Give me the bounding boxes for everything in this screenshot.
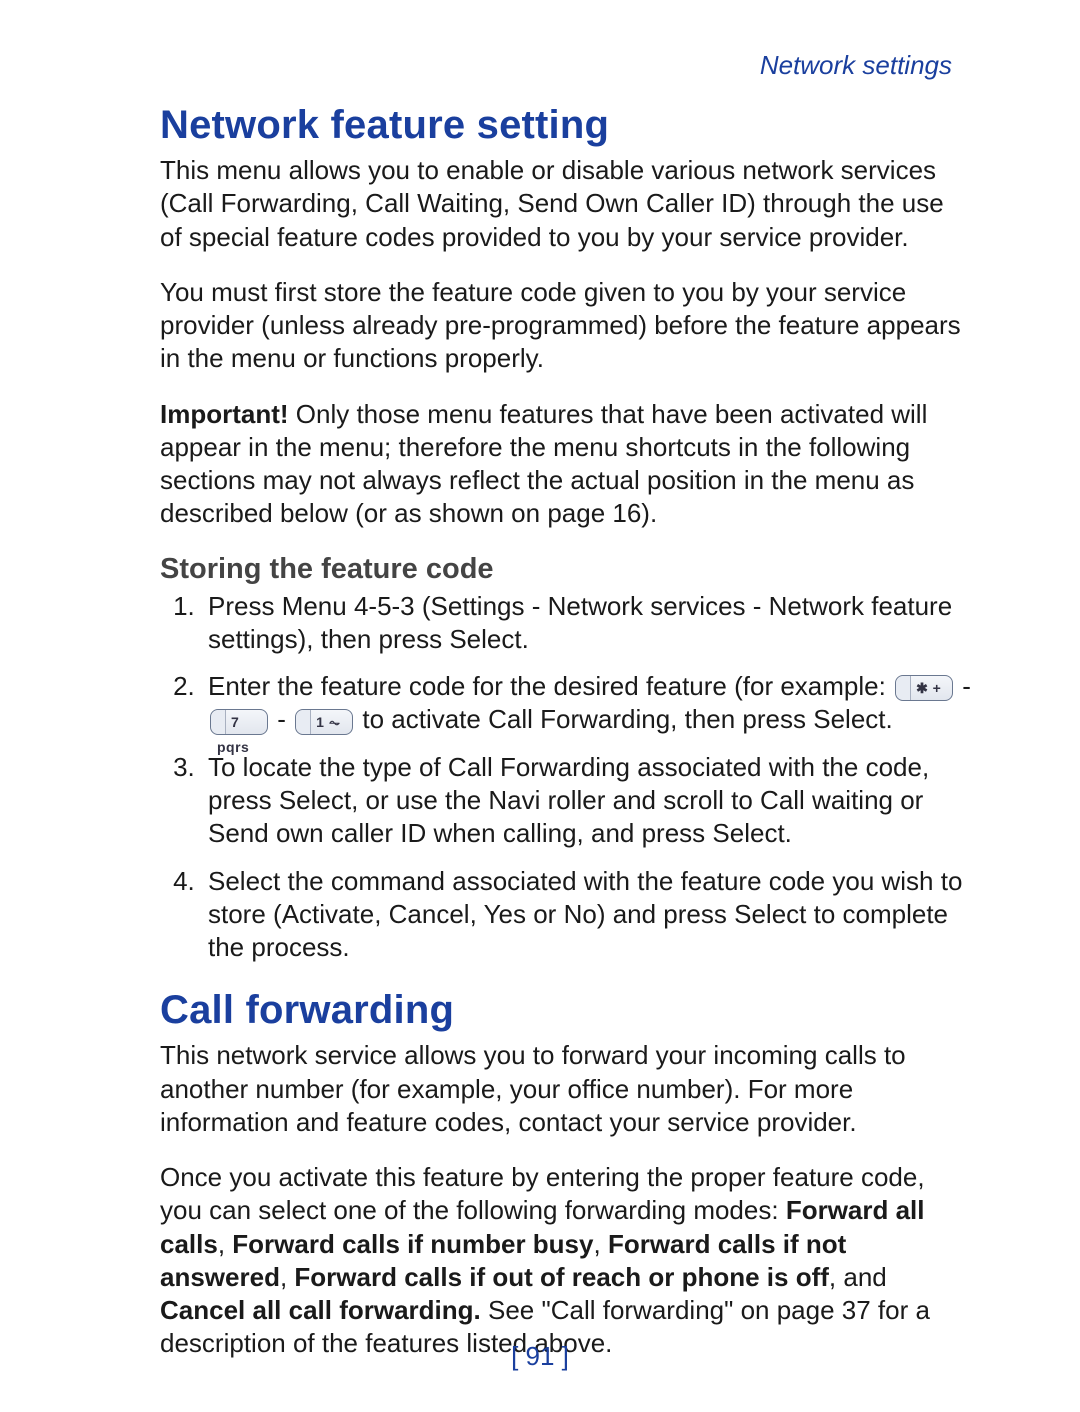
- text: ,: [374, 899, 388, 929]
- phone-key-star-icon: ✱ +: [895, 675, 953, 701]
- text: Select: [449, 624, 521, 654]
- text: ,: [218, 1229, 232, 1259]
- paragraph: This network service allows you to forwa…: [160, 1039, 972, 1139]
- key-glyph: 1 ⏦: [316, 714, 341, 730]
- text: .: [785, 818, 792, 848]
- important-label: Important!: [160, 399, 289, 429]
- text: , and: [829, 1262, 887, 1292]
- page: Network settings Network feature setting…: [0, 0, 1080, 1412]
- text: or: [893, 785, 923, 815]
- text: Send own caller ID when calling: [208, 818, 577, 848]
- text: Call waiting: [760, 785, 893, 815]
- paragraph: You must first store the feature code gi…: [160, 276, 972, 376]
- text: -: [277, 704, 293, 734]
- text: Yes: [484, 899, 526, 929]
- paragraph: Once you activate this feature by enteri…: [160, 1161, 972, 1361]
- menu-path: Menu 4-5-3: [282, 591, 415, 621]
- text: Enter the feature code for the desired f…: [208, 671, 893, 701]
- text: Select: [734, 899, 806, 929]
- text: .: [886, 704, 893, 734]
- text: Forward calls if number busy: [232, 1229, 593, 1259]
- text: ,: [593, 1229, 607, 1259]
- step-4: Select the command associated with the f…: [202, 865, 972, 965]
- text: Settings: [431, 591, 525, 621]
- step-2: Enter the feature code for the desired f…: [202, 670, 972, 737]
- step-3: To locate the type of Call Forwarding as…: [202, 751, 972, 851]
- step-1: Press Menu 4-5-3 (Settings - Network ser…: [202, 590, 972, 657]
- text: Select,: [279, 785, 359, 815]
- paragraph: This menu allows you to enable or disabl…: [160, 154, 972, 254]
- text: Press: [208, 591, 282, 621]
- text: Select: [712, 818, 784, 848]
- text: Forward calls if out of reach or phone i…: [294, 1262, 829, 1292]
- text: ,: [470, 899, 484, 929]
- paragraph-important: Important! Only those menu features that…: [160, 398, 972, 531]
- page-number: [ 91 ]: [0, 1341, 1080, 1372]
- section-title-call-forwarding: Call forwarding: [160, 988, 972, 1033]
- text: ) and press: [597, 899, 734, 929]
- text: Cancel all call forwarding.: [160, 1295, 481, 1325]
- text: , and press: [577, 818, 713, 848]
- section-title-network-feature: Network feature setting: [160, 103, 972, 148]
- key-glyph: ✱ +: [916, 680, 941, 696]
- text: Activate: [282, 899, 375, 929]
- text: No: [564, 899, 597, 929]
- subheading-storing-feature-code: Storing the feature code: [160, 553, 972, 586]
- header-breadcrumb: Network settings: [160, 50, 972, 81]
- ordered-steps: Press Menu 4-5-3 (Settings - Network ser…: [160, 590, 972, 965]
- text: ,: [280, 1262, 294, 1292]
- text: ), then press: [298, 624, 450, 654]
- text: Network services: [548, 591, 746, 621]
- key-glyph: 7 pqrs: [217, 714, 249, 755]
- text: Select: [813, 704, 885, 734]
- text: Cancel: [389, 899, 470, 929]
- text: to activate Call Forwarding, then press: [362, 704, 813, 734]
- text: or: [526, 899, 564, 929]
- text: .: [522, 624, 529, 654]
- text: -: [962, 671, 971, 701]
- text: -: [746, 591, 769, 621]
- phone-key-1-icon: 1 ⏦: [295, 709, 353, 735]
- text: -: [525, 591, 548, 621]
- text: or use the Navi roller and scroll to: [358, 785, 760, 815]
- phone-key-7-icon: 7 pqrs: [210, 709, 268, 735]
- text: (: [415, 591, 431, 621]
